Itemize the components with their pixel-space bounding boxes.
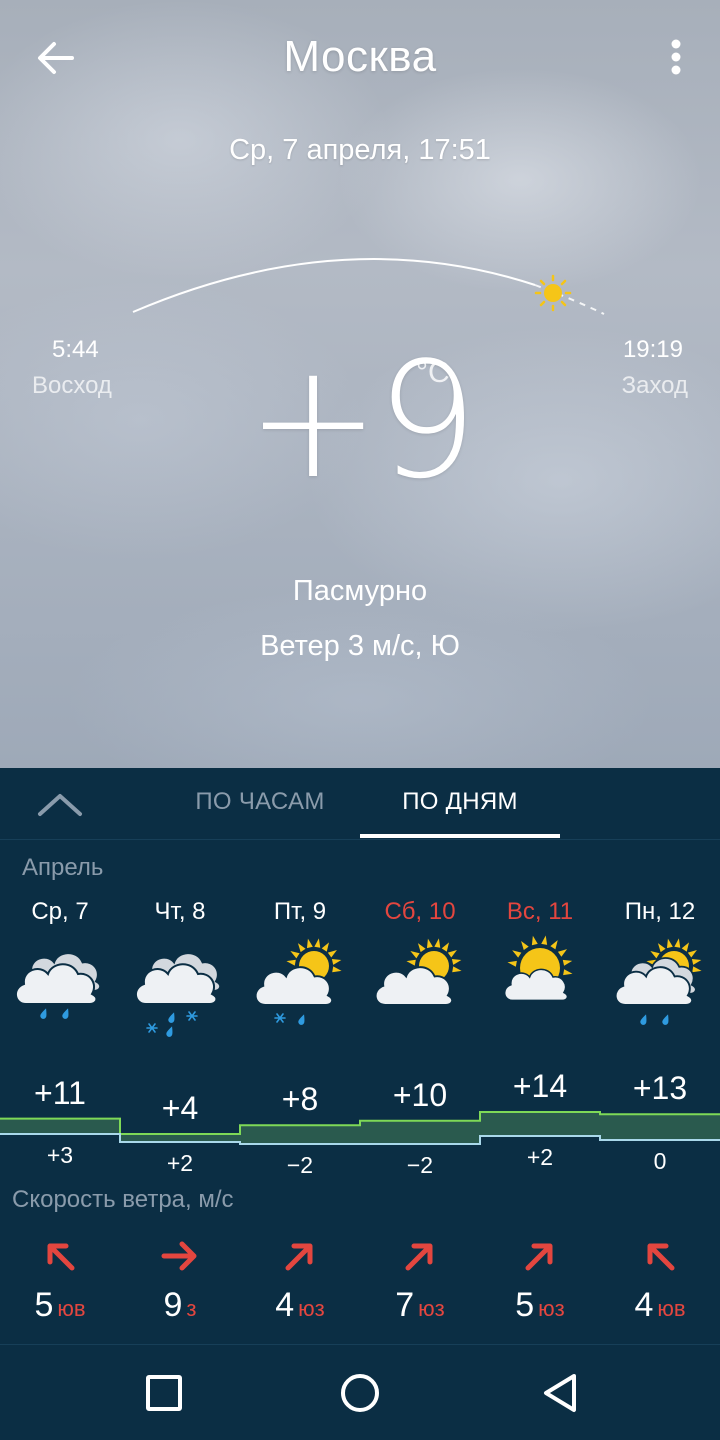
- forecast-tabs: ПО ЧАСАМ ПО ДНЯМ: [0, 768, 720, 840]
- home-button[interactable]: [338, 1371, 382, 1415]
- wind-value: 4 юв: [634, 1286, 685, 1325]
- temperature-range-bar: [240, 1125, 360, 1144]
- partly-cloudy-rain-icon: [608, 934, 712, 1038]
- chevron-up-icon: [38, 794, 82, 816]
- top-bar: Москва: [0, 0, 720, 120]
- day-label: Чт, 8: [154, 898, 206, 925]
- collapse-button[interactable]: [30, 782, 90, 826]
- max-temperature: +11: [34, 1074, 86, 1111]
- sun-position-icon: [534, 274, 572, 312]
- wind-value: 9з: [163, 1286, 196, 1325]
- day-label: Вс, 11: [506, 898, 574, 925]
- arrow-up-left-icon: [40, 1236, 80, 1276]
- wind-speed: 9: [163, 1286, 183, 1324]
- active-tab-indicator: [360, 834, 560, 838]
- cloud-rain-icon: [8, 934, 112, 1038]
- wind-speed: 4: [275, 1286, 295, 1324]
- max-temperature: +14: [512, 1068, 568, 1104]
- wind-direction: юв: [657, 1296, 686, 1321]
- temperature-range-bar: [480, 1112, 600, 1136]
- arrow-up-left-icon: [640, 1236, 680, 1276]
- day-label: Ср, 7: [31, 898, 89, 925]
- day-label: Сб, 10: [384, 898, 456, 925]
- temperature-unit: °C: [416, 356, 450, 389]
- wind-direction: юз: [298, 1296, 325, 1321]
- max-temperature: +13: [632, 1070, 688, 1107]
- recent-apps-icon: [146, 1375, 182, 1411]
- day-column[interactable]: Пн, 12: [600, 896, 720, 1056]
- wind-speed-title: Скорость ветра, м/с: [12, 1186, 234, 1213]
- day-label: Пт, 9: [273, 898, 327, 925]
- back-nav-button[interactable]: [538, 1371, 582, 1415]
- min-temperature: +3: [46, 1142, 74, 1168]
- wind-value: 5 юз: [515, 1286, 565, 1325]
- recent-apps-button[interactable]: [142, 1371, 186, 1415]
- month-label: Апрель: [22, 854, 104, 881]
- wind-direction: з: [186, 1296, 197, 1321]
- wind-column: 5 юв: [0, 1236, 120, 1325]
- day-column[interactable]: Сб, 10: [360, 896, 480, 1056]
- weather-hero: Москва Ср, 7 апреля, 17:51 5:44 Восход 1…: [0, 0, 720, 768]
- temperature-range-bar: [0, 1118, 120, 1134]
- wind-speed: 7: [395, 1286, 415, 1324]
- min-temperature: +2: [166, 1150, 194, 1176]
- tab-daily[interactable]: ПО ДНЯМ: [360, 788, 560, 816]
- day-column[interactable]: Чт, 8: [120, 896, 240, 1056]
- min-temperature: −2: [406, 1152, 434, 1178]
- partly-cloudy-icon: [368, 934, 472, 1038]
- wind-direction: юв: [57, 1296, 86, 1321]
- day-column[interactable]: Пт, 9: [240, 896, 360, 1056]
- min-temperature: +2: [526, 1144, 554, 1170]
- wind-value: 7 юз: [395, 1286, 445, 1325]
- mostly-sunny-icon: [488, 934, 592, 1038]
- wind-value: 5 юв: [34, 1286, 85, 1325]
- wind-value: 4 юз: [275, 1286, 325, 1325]
- wind-column: 5 юз: [480, 1236, 600, 1325]
- max-temperature: +8: [281, 1081, 319, 1118]
- current-wind: Ветер 3 м/с, Ю: [260, 630, 460, 662]
- wind-speed: 4: [634, 1286, 654, 1324]
- wind-speed: 5: [34, 1286, 54, 1324]
- temperature-range-bar: [600, 1114, 720, 1140]
- wind-column: 9з: [120, 1236, 240, 1325]
- day-label: Пн, 12: [624, 898, 696, 925]
- home-icon: [341, 1374, 379, 1412]
- tab-hourly[interactable]: ПО ЧАСАМ: [160, 788, 360, 816]
- wind-column: 7 юз: [360, 1236, 480, 1325]
- max-temperature: +4: [161, 1090, 199, 1126]
- arrow-up-right-icon: [280, 1236, 320, 1276]
- temperature-range-bar: [120, 1134, 240, 1142]
- wind-speed: 5: [515, 1286, 535, 1324]
- day-column[interactable]: Ср, 7: [0, 896, 120, 1056]
- wind-column: 4 юз: [240, 1236, 360, 1325]
- arrow-up-right-icon: [400, 1236, 440, 1276]
- arrow-right-icon: [160, 1236, 200, 1276]
- arrow-up-right-icon: [520, 1236, 560, 1276]
- min-temperature: −2: [286, 1152, 314, 1178]
- wind-column: 4 юв: [600, 1236, 720, 1325]
- forecast-panel: ПО ЧАСАМ ПО ДНЯМ Апрель Ср, 7 Чт, 8 Пт, …: [0, 768, 720, 1344]
- more-vertical-icon: [671, 39, 681, 75]
- max-temperature: +10: [392, 1076, 448, 1113]
- system-navigation-bar: [0, 1344, 720, 1440]
- min-temperature: 0: [653, 1148, 667, 1174]
- city-title: Москва: [283, 32, 437, 81]
- overflow-menu-button[interactable]: [656, 32, 696, 84]
- day-column[interactable]: Вс, 11: [480, 896, 600, 1056]
- wind-direction: юз: [538, 1296, 565, 1321]
- wind-direction: юз: [418, 1296, 445, 1321]
- back-nav-icon: [544, 1374, 576, 1412]
- current-condition: Пасмурно: [292, 575, 428, 607]
- partly-cloudy-sleet-icon: [248, 934, 352, 1038]
- current-temperature: +9: [246, 327, 478, 514]
- temperature-range-bar: [360, 1120, 480, 1144]
- date-time: Ср, 7 апреля, 17:51: [229, 134, 491, 166]
- cloud-sleet-icon: [128, 934, 232, 1038]
